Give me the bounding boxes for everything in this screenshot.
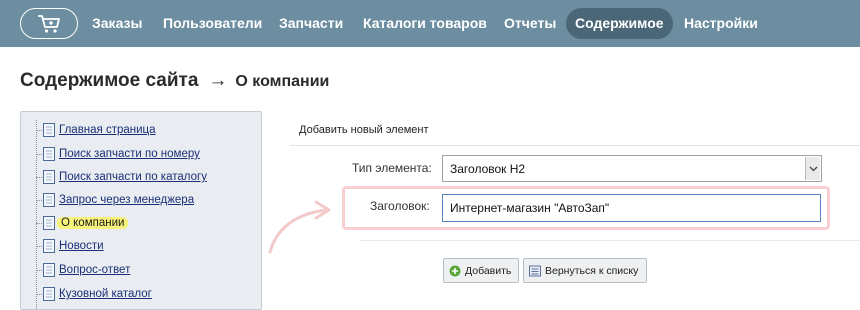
nav-item-orders[interactable]: Заказы <box>83 8 151 39</box>
tree-item-label[interactable]: Поиск запчасти по номеру <box>59 148 200 160</box>
heading-label: Заголовок: <box>370 199 430 213</box>
nav-item-content[interactable]: Содержимое <box>566 8 673 39</box>
chevron-down-icon[interactable] <box>805 157 820 180</box>
back-to-list-label: Вернуться к списку <box>545 264 639 277</box>
tree-item-search-by-catalog[interactable]: Поиск запчасти по каталогу <box>36 168 207 186</box>
add-button[interactable]: Добавить <box>443 258 519 283</box>
page-icon <box>43 123 55 137</box>
page-icon <box>43 193 55 207</box>
nav-item-users[interactable]: Пользователи <box>154 8 271 39</box>
tree-item-manager-request[interactable]: Запрос через менеджера <box>36 191 194 209</box>
top-navigation: Заказы Пользователи Запчасти Каталоги то… <box>0 0 860 47</box>
tree-item-label[interactable]: Кузовной каталог <box>59 288 152 300</box>
form-row-divider <box>360 240 860 241</box>
tree-item-label[interactable]: Главная страница <box>59 124 156 136</box>
add-icon <box>449 265 461 276</box>
element-type-select[interactable]: Заголовок H2 <box>442 155 822 182</box>
back-to-list-button[interactable]: Вернуться к списку <box>523 258 647 283</box>
nav-item-parts[interactable]: Запчасти <box>270 8 352 39</box>
annotation-arrow-icon <box>268 200 331 254</box>
page-title-section: О компании <box>235 73 330 90</box>
page-icon <box>43 147 55 161</box>
tree-item-label[interactable]: Вопрос-ответ <box>59 264 130 276</box>
nav-item-catalogs[interactable]: Каталоги товаров <box>354 8 496 39</box>
heading-input[interactable] <box>442 194 821 222</box>
cart-button[interactable] <box>20 8 78 39</box>
element-type-label: Тип элемента: <box>352 161 432 175</box>
tree-item-label[interactable]: Запрос через менеджера <box>59 194 194 206</box>
list-icon <box>529 265 541 276</box>
nav-item-reports[interactable]: Отчеты <box>495 8 565 39</box>
page-icon <box>43 170 55 184</box>
element-type-value: Заголовок H2 <box>450 162 526 176</box>
tree-item-body-catalog[interactable]: Кузовной каталог <box>36 285 152 303</box>
page-icon <box>43 287 55 301</box>
form-divider <box>290 145 860 146</box>
content-tree-sidebar: Главная страница Поиск запчасти по номер… <box>20 111 262 310</box>
cart-plus-icon <box>38 14 60 33</box>
tree-item-label[interactable]: Поиск запчасти по каталогу <box>59 171 207 183</box>
page-icon <box>43 216 55 230</box>
breadcrumb-arrow: → <box>208 70 228 91</box>
page-title-main: Содержимое сайта <box>20 70 199 91</box>
tree-item-about-company[interactable]: О компании <box>36 214 129 232</box>
page-icon <box>43 263 55 277</box>
tree-item-search-by-number[interactable]: Поиск запчасти по номеру <box>36 145 200 163</box>
page-title: Содержимое сайта → О компании <box>20 70 329 96</box>
tree-item-news[interactable]: Новости <box>36 237 104 255</box>
tree-item-label[interactable]: О компании <box>57 217 129 229</box>
tree-item-home[interactable]: Главная страница <box>36 121 156 139</box>
tree-item-label[interactable]: Новости <box>59 240 104 252</box>
form-title: Добавить новый элемент <box>299 124 429 136</box>
nav-item-settings[interactable]: Настройки <box>675 8 767 39</box>
tree-item-faq[interactable]: Вопрос-ответ <box>36 261 130 279</box>
page-icon <box>43 239 55 253</box>
add-button-label: Добавить <box>465 264 512 277</box>
